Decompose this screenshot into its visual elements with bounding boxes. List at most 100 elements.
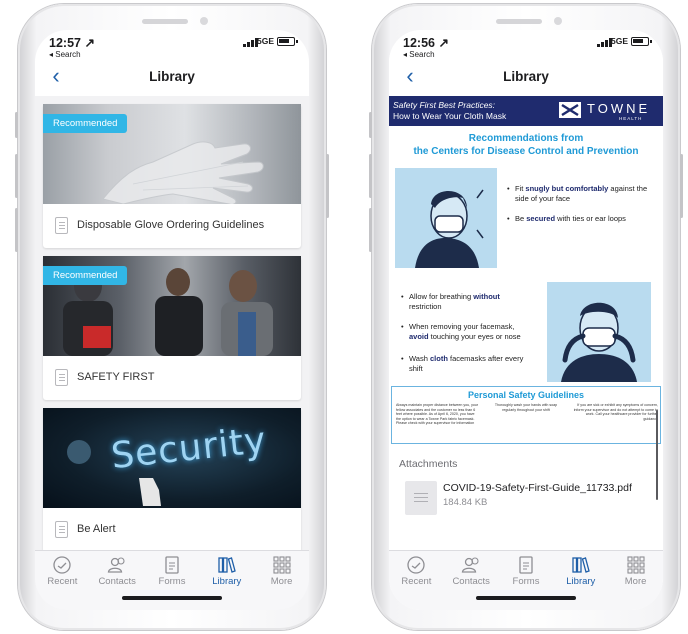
- bullet-secured: Be secured with ties or ear loops: [507, 214, 655, 224]
- tab-contacts[interactable]: Contacts: [444, 551, 499, 610]
- bullet-emphasis: snugly but comfortably: [525, 184, 609, 193]
- bullet-wash: Wash cloth facemasks after every shift: [401, 354, 535, 374]
- volume-down-button: [15, 208, 18, 252]
- card-title: SAFETY FIRST: [77, 371, 155, 383]
- bullet-emphasis: avoid: [409, 332, 429, 341]
- status-time: 12:57 ↗: [49, 36, 95, 50]
- library-icon: [218, 557, 236, 573]
- form-icon: [165, 556, 179, 574]
- library-card-be-alert[interactable]: Security Be Alert: [43, 408, 301, 550]
- screen-document-view: 12:56 ↗ ◂ Search 5GE ‹ Library Safety Fi…: [389, 30, 663, 610]
- banner-line-1: Safety First Best Practices:: [393, 100, 495, 110]
- page-title: Library: [149, 69, 195, 84]
- battery-icon: [631, 37, 652, 46]
- tab-label: Recent: [401, 576, 432, 587]
- volume-down-button: [369, 208, 372, 252]
- screen-library-list: 12:57 ↗ ◂ Search 5GE ‹ Library Recommend…: [35, 30, 309, 610]
- tab-label: Recent: [47, 576, 78, 587]
- attachments-label: Attachments: [399, 458, 458, 470]
- document-icon: [55, 521, 68, 538]
- psg-column-handwash: Thoroughly wash your hands with soap reg…: [494, 403, 558, 412]
- front-camera: [200, 17, 208, 25]
- power-button: [326, 154, 329, 218]
- bullet-emphasis: cloth: [429, 354, 448, 363]
- tab-library[interactable]: Library: [199, 551, 254, 610]
- bullet-breathing: Allow for breathing without restriction: [401, 292, 529, 312]
- library-list[interactable]: Recommended Disposable Glove Ordering Gu…: [35, 96, 309, 550]
- tab-recent[interactable]: Recent: [35, 551, 90, 610]
- library-card-safety-first[interactable]: Recommended SAFETY FIRST: [43, 256, 301, 400]
- tab-bar: Recent Contacts Forms Library More: [389, 550, 663, 610]
- attachment-file-size: 184.84 KB: [443, 497, 488, 508]
- earpiece-speaker: [142, 19, 188, 24]
- card-footer: Be Alert: [43, 508, 301, 550]
- library-card-glove[interactable]: Recommended Disposable Glove Ordering Gu…: [43, 104, 301, 248]
- logo-subtext: HEALTH: [619, 116, 643, 121]
- bullet-emphasis: without: [473, 292, 500, 301]
- recommended-badge: Recommended: [43, 114, 128, 133]
- bullet-text: When removing your facemask,: [409, 322, 515, 331]
- glove-thumbnail: Recommended: [43, 104, 301, 204]
- tab-recent[interactable]: Recent: [389, 551, 444, 610]
- tab-more[interactable]: More: [254, 551, 309, 610]
- mute-switch: [15, 112, 18, 138]
- clock-icon: [407, 556, 426, 574]
- tab-label: Contacts: [452, 576, 490, 587]
- document-heading-line-1: Recommendations from: [468, 133, 584, 144]
- bullet-text: Be: [515, 214, 527, 223]
- volume-up-button: [15, 154, 18, 198]
- scroll-indicator[interactable]: [656, 410, 658, 500]
- tab-contacts[interactable]: Contacts: [90, 551, 145, 610]
- tab-label: More: [270, 576, 293, 587]
- recommended-badge: Recommended: [43, 266, 128, 285]
- mask-fit-illustration: [395, 168, 497, 268]
- safety-first-thumbnail: Recommended: [43, 256, 301, 356]
- form-icon: [519, 556, 533, 574]
- tab-label: More: [624, 576, 647, 587]
- tab-forms[interactable]: Forms: [145, 551, 200, 610]
- card-title: Be Alert: [77, 523, 116, 535]
- tab-library[interactable]: Library: [553, 551, 608, 610]
- document-preview[interactable]: Safety First Best Practices: How to Wear…: [389, 96, 663, 444]
- contacts-icon: [107, 557, 125, 573]
- grid-icon: [273, 556, 291, 574]
- bullet-fit: Fit snugly but comfortably against the s…: [507, 184, 655, 204]
- earpiece-speaker: [496, 19, 542, 24]
- tab-label: Forms: [512, 576, 540, 587]
- logo-text: TOWNE: [587, 101, 651, 116]
- banner-line-2: How to Wear Your Cloth Mask: [393, 111, 507, 121]
- back-to-search-link[interactable]: ◂ Search: [403, 50, 435, 59]
- phone-frame-left: 12:57 ↗ ◂ Search 5GE ‹ Library Recommend…: [15, 4, 329, 630]
- bullet-text: Wash: [409, 354, 430, 363]
- network-label: 5GE: [256, 36, 274, 46]
- bullet-text: touching your eyes or nose: [428, 332, 521, 341]
- status-bar: 12:57 ↗ ◂ Search 5GE: [35, 30, 309, 60]
- banner-line-1-text: Safety First Best Practices:: [393, 100, 496, 110]
- library-icon: [572, 557, 590, 573]
- tab-bar: Recent Contacts Forms Library More: [35, 550, 309, 610]
- tab-forms[interactable]: Forms: [499, 551, 554, 610]
- attachment-file-name[interactable]: COVID-19-Safety-First-Guide_11733.pdf: [443, 482, 632, 494]
- back-to-search-link[interactable]: ◂ Search: [49, 50, 81, 59]
- power-button: [680, 154, 683, 218]
- battery-icon: [277, 37, 298, 46]
- status-bar: 12:56 ↗ ◂ Search 5GE: [389, 30, 663, 60]
- tab-more[interactable]: More: [608, 551, 663, 610]
- clock-icon: [53, 556, 72, 574]
- mask-removal-illustration: [547, 282, 651, 382]
- status-time: 12:56 ↗: [403, 36, 449, 50]
- bullet-text: with ties or ear loops: [555, 214, 626, 223]
- security-thumbnail: Security: [43, 408, 301, 508]
- tab-label: Contacts: [98, 576, 136, 587]
- nav-bar: ‹ Library: [35, 60, 309, 96]
- bullet-text: Fit: [515, 184, 526, 193]
- tab-label: Library: [212, 576, 242, 587]
- pdf-file-icon[interactable]: [405, 481, 437, 515]
- page-title: Library: [503, 69, 549, 84]
- psg-title: Personal Safety Guidelines: [467, 390, 585, 400]
- home-indicator[interactable]: [476, 596, 576, 600]
- bullet-text: Allow for breathing: [409, 292, 474, 301]
- bullet-removing: When removing your facemask, avoid touch…: [401, 322, 535, 342]
- home-indicator[interactable]: [122, 596, 222, 600]
- card-footer: Disposable Glove Ordering Guidelines: [43, 204, 301, 248]
